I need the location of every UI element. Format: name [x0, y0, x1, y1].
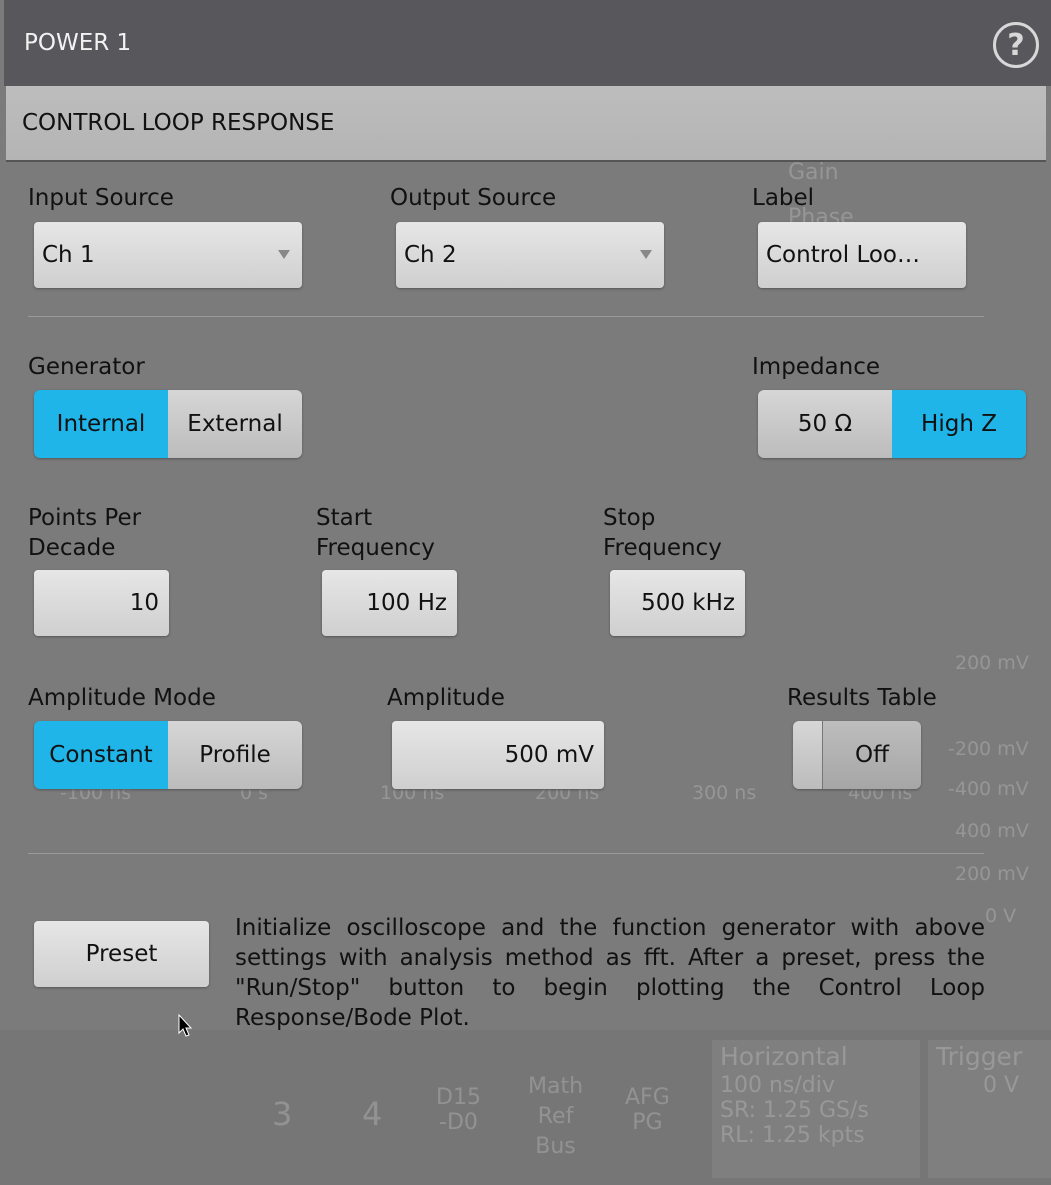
generator-toggle: Internal External — [34, 390, 302, 458]
bg-ytick: 200 mV — [955, 863, 1029, 885]
toggle-knob — [793, 721, 823, 789]
divider — [28, 316, 984, 317]
bg-channel-4-button: 4 — [362, 1095, 383, 1133]
bg-legend-gain: Gain — [788, 160, 839, 185]
amplitude-mode-constant-button[interactable]: Constant — [34, 721, 168, 789]
bg-channel-3-button: 3 — [272, 1095, 293, 1133]
bg-horizontal-panel: Horizontal 100 ns/div SR: 1.25 GS/s RL: … — [712, 1040, 920, 1178]
impedance-high-z-button[interactable]: High Z — [892, 390, 1026, 458]
amplitude-label: Amplitude — [387, 685, 505, 711]
preset-description: Initialize oscilloscope and the function… — [235, 915, 985, 1031]
points-per-decade-label: Points Per Decade — [28, 505, 142, 561]
results-table-toggle[interactable]: Off — [793, 721, 921, 789]
results-table-label: Results Table — [787, 685, 937, 711]
results-table-value: Off — [823, 721, 921, 789]
section-header: CONTROL LOOP RESPONSE — [6, 86, 1046, 162]
input-source-dropdown[interactable]: Ch 1 — [34, 222, 302, 288]
amplitude-mode-toggle: Constant Profile — [34, 721, 302, 789]
question-circle-icon[interactable]: ? — [993, 22, 1039, 68]
divider — [28, 853, 984, 854]
amplitude-input[interactable]: 500 mV — [392, 721, 604, 789]
chevron-down-icon — [278, 250, 290, 259]
impedance-label: Impedance — [752, 354, 881, 380]
bg-trigger-panel: Trigger 0 V — [928, 1040, 1051, 1178]
section-title: CONTROL LOOP RESPONSE — [22, 110, 335, 136]
bg-ytick: -200 mV — [948, 738, 1029, 760]
impedance-50-ohm-button[interactable]: 50 Ω — [758, 390, 892, 458]
start-frequency-input[interactable]: 100 Hz — [322, 570, 457, 636]
amplitude-mode-profile-button[interactable]: Profile — [168, 721, 302, 789]
amplitude-mode-label: Amplitude Mode — [28, 685, 216, 711]
input-source-value: Ch 1 — [42, 242, 95, 268]
impedance-toggle: 50 Ω High Z — [758, 390, 1026, 458]
stop-frequency-label: Stop Frequency — [603, 505, 722, 561]
output-source-value: Ch 2 — [404, 242, 457, 268]
dialog-header: POWER 1 — [4, 0, 1051, 86]
preset-button[interactable]: Preset — [34, 921, 209, 987]
generator-label: Generator — [28, 354, 145, 380]
input-source-label: Input Source — [28, 185, 174, 211]
start-frequency-label: Start Frequency — [316, 505, 435, 561]
bg-digital-button: D15 -D0 — [436, 1085, 481, 1135]
bg-math-ref-bus-button: Math Ref Bus — [528, 1074, 584, 1159]
bg-ytick: -400 mV — [948, 778, 1029, 800]
label-input[interactable]: Control Loo… — [758, 222, 966, 288]
chevron-down-icon — [640, 250, 652, 259]
dialog-title: POWER 1 — [24, 30, 132, 56]
bg-ytick: 200 mV — [955, 652, 1029, 674]
output-source-dropdown[interactable]: Ch 2 — [396, 222, 664, 288]
output-source-label: Output Source — [390, 185, 557, 211]
generator-external-button[interactable]: External — [168, 390, 302, 458]
stop-frequency-input[interactable]: 500 kHz — [610, 570, 745, 636]
label-label: Label — [752, 185, 815, 211]
bg-afg-button: AFG PG — [625, 1085, 670, 1135]
bg-ytick: 0 V — [985, 905, 1017, 927]
bg-xtick: 300 ns — [692, 782, 757, 804]
bg-ytick: 400 mV — [955, 820, 1029, 842]
generator-internal-button[interactable]: Internal — [34, 390, 168, 458]
points-per-decade-input[interactable]: 10 — [34, 570, 169, 636]
mouse-cursor-icon — [178, 1014, 193, 1037]
